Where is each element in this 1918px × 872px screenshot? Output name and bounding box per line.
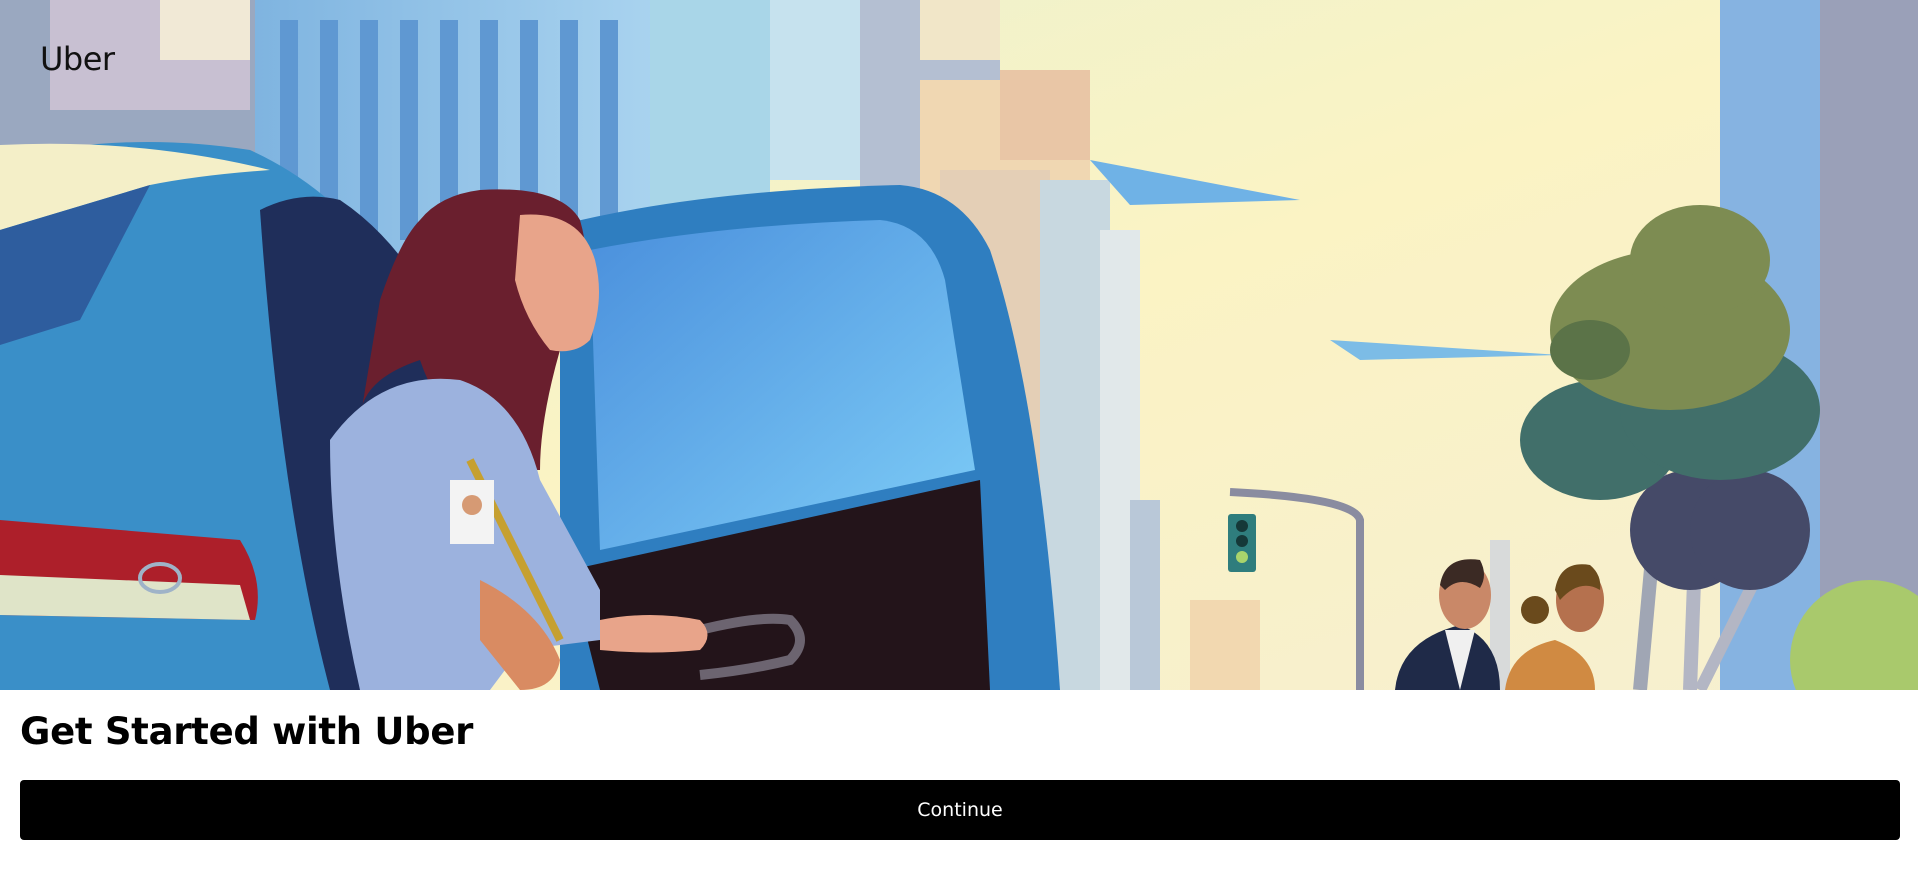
city-scene-illustration — [0, 0, 1918, 690]
hero-illustration: Uber — [0, 0, 1918, 690]
continue-button[interactable]: Continue — [20, 780, 1900, 840]
uber-logo[interactable]: Uber — [40, 40, 115, 78]
continue-button-label: Continue — [917, 799, 1003, 821]
page-title: Get Started with Uber — [20, 710, 474, 753]
